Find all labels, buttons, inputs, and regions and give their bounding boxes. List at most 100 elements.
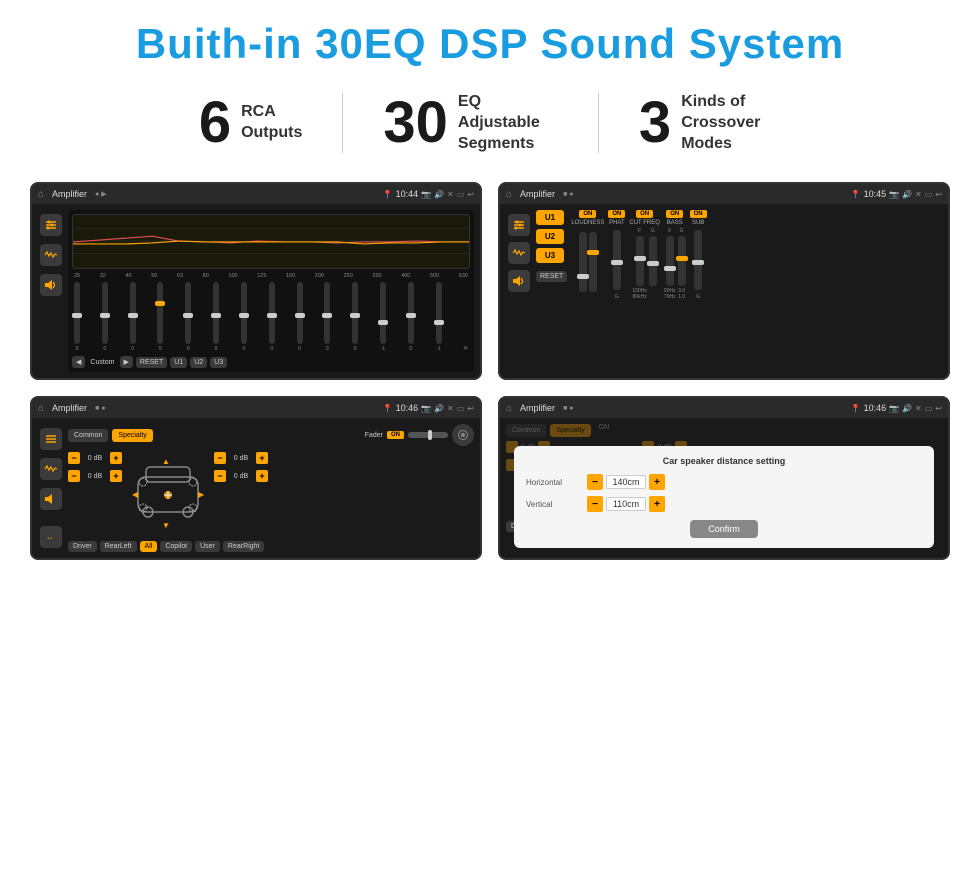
- eq-main: 25 32 40 50 63 80 100 125 160 200 250 32…: [68, 210, 474, 372]
- crossover-icon-speaker[interactable]: [508, 270, 530, 292]
- db-plus-rr[interactable]: +: [256, 470, 268, 482]
- phat-slider[interactable]: [613, 230, 621, 290]
- dialog-overlay: Car speaker distance setting Horizontal …: [510, 438, 938, 556]
- u3-preset-button[interactable]: U3: [210, 357, 227, 368]
- fader-screen: ⌂ Amplifier ■ ● 📍 10:46 📷 🔊 ✕ ▭ ↩: [30, 396, 482, 560]
- fader-icon-eq[interactable]: [40, 428, 62, 450]
- db-plus-rl[interactable]: +: [110, 470, 122, 482]
- bass-slider-f[interactable]: [666, 236, 674, 286]
- crossover-icon-wave[interactable]: [508, 242, 530, 264]
- fader-main: Common Specialty Fader ON: [68, 424, 474, 552]
- car-diagram: ▲ ▼ ◀ ▶: [128, 452, 208, 537]
- prev-preset-button[interactable]: ◀: [72, 356, 85, 368]
- window-icon-4: ▭: [925, 404, 933, 413]
- eq-slider-track-2[interactable]: [102, 282, 108, 344]
- horizontal-plus-button[interactable]: +: [649, 474, 665, 490]
- eq-slider-track-13[interactable]: [408, 282, 414, 344]
- ctrl-cutfreq: ON CUT FREQ F 100Hz80kHz G: [629, 210, 660, 300]
- eq-slider-track-7[interactable]: [241, 282, 247, 344]
- loudness-slider-low[interactable]: [579, 232, 587, 292]
- specialty-tab[interactable]: Specialty: [112, 429, 152, 442]
- db-value-rr: 0 dB: [229, 473, 253, 480]
- crossover-status-bar: ⌂ Amplifier ■ ● 📍 10:45 📷 🔊 ✕ ▭ ↩: [500, 184, 948, 204]
- reset-button[interactable]: RESET: [536, 271, 567, 282]
- u3-button[interactable]: U3: [536, 248, 564, 263]
- all-button[interactable]: All: [140, 541, 158, 552]
- eq-slider-track-14[interactable]: [436, 282, 442, 344]
- u1-button[interactable]: U1: [536, 210, 564, 225]
- bass-slider-g[interactable]: [678, 236, 686, 286]
- cutfreq-slider-f[interactable]: [636, 236, 644, 286]
- phat-on: ON: [608, 210, 625, 218]
- vertical-minus-button[interactable]: −: [587, 496, 603, 512]
- eq-sliders: 0 0 0 5: [72, 282, 470, 352]
- svg-text:◀: ◀: [132, 490, 139, 499]
- home-icon-4: ⌂: [506, 403, 512, 414]
- u2-button[interactable]: U2: [536, 229, 564, 244]
- db-plus-fl[interactable]: +: [110, 452, 122, 464]
- eq-time: 10:44: [396, 189, 419, 199]
- fader-icon-speaker[interactable]: [40, 488, 62, 510]
- next-preset-button[interactable]: ▶: [120, 356, 133, 368]
- confirm-button[interactable]: Confirm: [690, 520, 758, 538]
- stat-number-crossover: 3: [639, 94, 671, 152]
- location-icon-2: 📍: [851, 190, 861, 199]
- common-tab[interactable]: Common: [68, 429, 108, 442]
- loudness-on: ON: [579, 210, 596, 218]
- loudness-slider-high[interactable]: [589, 232, 597, 292]
- user-button[interactable]: User: [195, 541, 220, 552]
- dialog-body-wrapper: Common Specialty ON 0 dB: [500, 418, 948, 536]
- eq-slider-col-5: 0: [185, 282, 191, 352]
- eq-sidebar-wave[interactable]: [40, 244, 62, 266]
- fader-icon-arrows[interactable]: ⇔: [40, 526, 62, 548]
- sub-on: ON: [690, 210, 707, 218]
- eq-slider-track-5[interactable]: [185, 282, 191, 344]
- db-minus-fl[interactable]: −: [68, 452, 80, 464]
- rearleft-button[interactable]: RearLeft: [100, 541, 137, 552]
- camera-icon-2: 📷: [889, 190, 899, 199]
- svg-text:⇔: ⇔: [46, 533, 54, 542]
- eq-slider-track-8[interactable]: [269, 282, 275, 344]
- vertical-row: Vertical − 110cm +: [526, 496, 922, 512]
- eq-slider-track-12[interactable]: [380, 282, 386, 344]
- eq-slider-track-9[interactable]: [297, 282, 303, 344]
- horizontal-row: Horizontal − 140cm +: [526, 474, 922, 490]
- fader-sidebar: ⇔: [38, 424, 64, 552]
- location-icon-4: 📍: [851, 404, 861, 413]
- eq-slider-track-3[interactable]: [130, 282, 136, 344]
- eq-slider-col-7: 0: [241, 282, 247, 352]
- eq-slider-track-11[interactable]: [352, 282, 358, 344]
- copilot-button[interactable]: Copilot: [160, 541, 192, 552]
- db-minus-fr[interactable]: −: [214, 452, 226, 464]
- eq-sidebar-equalizer[interactable]: [40, 214, 62, 236]
- vertical-plus-button[interactable]: +: [649, 496, 665, 512]
- u2-preset-button[interactable]: U2: [190, 357, 207, 368]
- eq-slider-track-6[interactable]: [213, 282, 219, 344]
- driver-button[interactable]: Driver: [68, 541, 97, 552]
- fader-settings-icon[interactable]: [452, 424, 474, 446]
- db-minus-rr[interactable]: −: [214, 470, 226, 482]
- eq-slider-track-10[interactable]: [324, 282, 330, 344]
- u1-preset-button[interactable]: U1: [170, 357, 187, 368]
- db-control-fr: − 0 dB +: [214, 452, 268, 464]
- fader-icon-wave[interactable]: [40, 458, 62, 480]
- stat-number-eq: 30: [383, 94, 448, 152]
- fader-slider[interactable]: [408, 432, 448, 438]
- horizontal-minus-button[interactable]: −: [587, 474, 603, 490]
- eq-slider-col-4: 5: [157, 282, 163, 352]
- eq-slider-col-14: -1: [436, 282, 442, 352]
- eq-slider-track-4[interactable]: [157, 282, 163, 344]
- fader-on-badge: ON: [387, 431, 404, 439]
- horizontal-value: 140cm: [606, 475, 646, 489]
- sub-slider[interactable]: [694, 230, 702, 290]
- eq-sidebar-speaker[interactable]: [40, 274, 62, 296]
- db-plus-fr[interactable]: +: [256, 452, 268, 464]
- reset-preset-button[interactable]: RESET: [136, 357, 167, 368]
- rearright-button[interactable]: RearRight: [223, 541, 265, 552]
- eq-more[interactable]: »: [463, 343, 467, 352]
- eq-slider-track-1[interactable]: [74, 282, 80, 344]
- db-minus-rl[interactable]: −: [68, 470, 80, 482]
- eq-status-bar: ⌂ Amplifier ● ▶ 📍 10:44 📷 🔊 ✕ ▭ ↩: [32, 184, 480, 204]
- crossover-icon-eq[interactable]: [508, 214, 530, 236]
- cutfreq-slider-g[interactable]: [649, 236, 657, 286]
